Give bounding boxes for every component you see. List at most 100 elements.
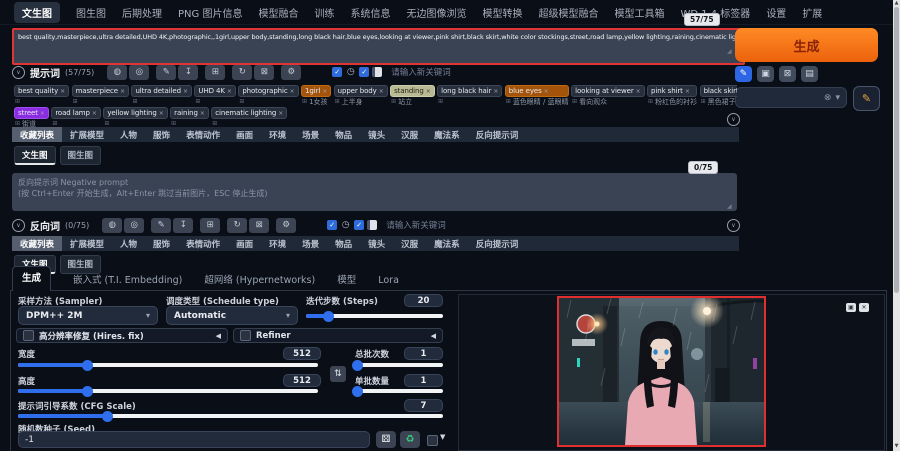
remove-tag-icon[interactable]: × (426, 88, 431, 95)
category-tab[interactable]: 镜头 (360, 236, 393, 251)
hires-fix-checkbox[interactable] (23, 330, 34, 341)
width-slider[interactable] (18, 359, 318, 371)
toolbar-icon-button[interactable]: ◍ (107, 64, 128, 80)
cfg-input[interactable]: 7 (404, 399, 443, 412)
prompt-tag-chip[interactable]: raining × (170, 107, 209, 119)
category-tab[interactable]: 服饰 (145, 127, 178, 142)
translate-icon[interactable]: ⊞ (438, 98, 443, 106)
category-tab[interactable]: 服饰 (145, 236, 178, 251)
toolbar-icon-button[interactable]: ◎ (124, 217, 145, 233)
top-tab[interactable]: 图生图 (76, 5, 106, 20)
chevron-down-icon[interactable]: ▾ (835, 93, 840, 103)
auto-sync-checkbox[interactable]: ✓ (354, 220, 365, 230)
subtab[interactable]: 文生图 (14, 146, 56, 165)
steps-slider[interactable] (306, 310, 443, 322)
translate-icon[interactable]: ⊞ (302, 98, 307, 106)
remove-tag-icon[interactable]: × (493, 88, 498, 95)
generation-tab[interactable]: 嵌入式 (T.I. Embedding) (73, 272, 182, 291)
remove-tag-icon[interactable]: × (159, 110, 164, 117)
new-keyword-input[interactable]: 请输入新关键词 (391, 66, 451, 78)
top-tab[interactable]: 模型工具箱 (614, 5, 664, 20)
negative-prompt-textarea[interactable]: 反向提示词 Negative prompt (按 Ctrl+Enter 开始生成… (12, 173, 737, 211)
reuse-seed-button[interactable]: ♻ (400, 431, 420, 448)
quick-action-button[interactable]: ▣ (757, 66, 774, 82)
category-tab[interactable]: 汉服 (393, 236, 426, 251)
scroll-up-icon[interactable]: ▲ (893, 0, 900, 6)
prompt-tag-chip[interactable]: pink shirt × (647, 85, 698, 97)
toolbar-icon-button[interactable]: ⊞ (205, 64, 226, 80)
category-tab[interactable]: 镜头 (360, 127, 393, 142)
resize-handle-icon[interactable]: ◢ (727, 48, 732, 55)
generation-tab[interactable]: 超网络 (Hypernetworks) (204, 272, 315, 291)
remove-tag-icon[interactable]: × (322, 88, 327, 95)
toolbar-icon-button[interactable]: ✎ (156, 64, 177, 80)
category-tab[interactable]: 画面 (228, 127, 261, 142)
category-tab[interactable]: 环境 (261, 236, 294, 251)
translate-icon[interactable]: ⊞ (391, 98, 396, 106)
panel-toggle-button[interactable] (372, 67, 383, 77)
auto-sync-checkbox[interactable]: ✓ (359, 67, 370, 77)
remove-tag-icon[interactable]: × (200, 110, 205, 117)
top-tab[interactable]: 后期处理 (122, 5, 162, 20)
hires-fix-accordion[interactable]: 高分辨率修复 (Hires. fix) ◀ (16, 328, 228, 343)
toolbar-icon-button[interactable]: ◍ (102, 217, 123, 233)
panel-toggle-button[interactable] (367, 220, 378, 230)
top-tab[interactable]: 无边图像浏览 (406, 5, 466, 20)
category-tab[interactable]: 场景 (294, 127, 327, 142)
auto-translate-checkbox[interactable]: ✓ (332, 67, 343, 77)
prompt-tag-chip[interactable]: 1girl × (301, 85, 332, 97)
category-tab[interactable]: 环境 (261, 127, 294, 142)
edit-styles-button[interactable]: ✎ (853, 86, 880, 111)
translate-icon[interactable]: ⊞ (506, 98, 511, 106)
top-tab[interactable]: 训练 (314, 5, 334, 20)
toolbar-icon-button[interactable]: ⚙ (281, 64, 302, 80)
remove-tag-icon[interactable]: × (290, 88, 295, 95)
height-input[interactable]: 512 (283, 374, 321, 387)
prompt-tag-chip[interactable]: ultra detailed × (131, 85, 192, 97)
top-tab[interactable]: 超级模型融合 (538, 5, 598, 20)
category-tab[interactable]: 收藏列表 (12, 127, 63, 142)
category-tab[interactable]: 反向提示词 (468, 127, 527, 142)
prompt-tag-chip[interactable]: UHD 4K × (194, 85, 236, 97)
prompt-tag-chip[interactable]: upper body × (333, 85, 388, 97)
translate-icon[interactable]: ⊞ (239, 98, 244, 106)
prompt-textarea[interactable]: best quality,masterpiece,ultra detailed,… (12, 28, 745, 65)
generate-button[interactable]: 生成 (735, 28, 878, 62)
generation-tab[interactable]: 模型 (337, 272, 356, 291)
batch-size-input[interactable]: 1 (404, 374, 443, 387)
toolbar-icon-button[interactable]: ⊞ (200, 217, 221, 233)
remove-tag-icon[interactable]: × (92, 110, 97, 117)
height-slider[interactable] (18, 385, 318, 397)
toolbar-icon-button[interactable]: ↻ (227, 217, 248, 233)
translate-icon[interactable]: ⊞ (132, 98, 137, 106)
top-tab[interactable]: 扩展 (802, 5, 822, 20)
top-tab[interactable]: PNG 图片信息 (178, 5, 242, 20)
auto-translate-checkbox[interactable]: ✓ (327, 220, 338, 230)
category-tab[interactable]: 反向提示词 (468, 236, 527, 251)
clear-styles-icon[interactable]: ⊗ (824, 93, 832, 103)
category-tab[interactable]: 物品 (327, 236, 360, 251)
refiner-checkbox[interactable] (240, 330, 251, 341)
new-keyword-input[interactable]: 请输入新关键词 (386, 219, 446, 231)
top-tab[interactable]: 模型转换 (482, 5, 522, 20)
batch-size-slider[interactable] (351, 385, 443, 397)
remove-tag-icon[interactable]: × (183, 88, 188, 95)
category-tab[interactable]: 人物 (112, 127, 145, 142)
history-icon[interactable]: ◷ (345, 67, 356, 78)
prompt-tag-chip[interactable]: long black hair × (437, 85, 503, 97)
category-tab[interactable]: 扩展模型 (62, 127, 112, 142)
random-seed-button[interactable]: ⚄ (376, 431, 396, 448)
collapse-section-icon[interactable]: ∨ (727, 219, 740, 232)
toolbar-icon-button[interactable]: ⚙ (276, 217, 297, 233)
translate-icon[interactable]: ⊞ (15, 98, 20, 106)
top-tab[interactable]: 设置 (766, 5, 786, 20)
remove-tag-icon[interactable]: × (278, 110, 283, 117)
remove-tag-icon[interactable]: × (685, 88, 690, 95)
resize-handle-icon[interactable]: ◢ (727, 203, 732, 210)
remove-tag-icon[interactable]: × (636, 88, 641, 95)
scrollbar-thumb[interactable] (894, 7, 899, 293)
sampler-select[interactable]: DPM++ 2M ▾ (18, 306, 158, 325)
styles-dropdown[interactable]: ⊗ ▾ (735, 87, 847, 108)
generation-tab[interactable]: 生成 (12, 266, 52, 291)
remove-tag-icon[interactable]: × (40, 110, 45, 117)
